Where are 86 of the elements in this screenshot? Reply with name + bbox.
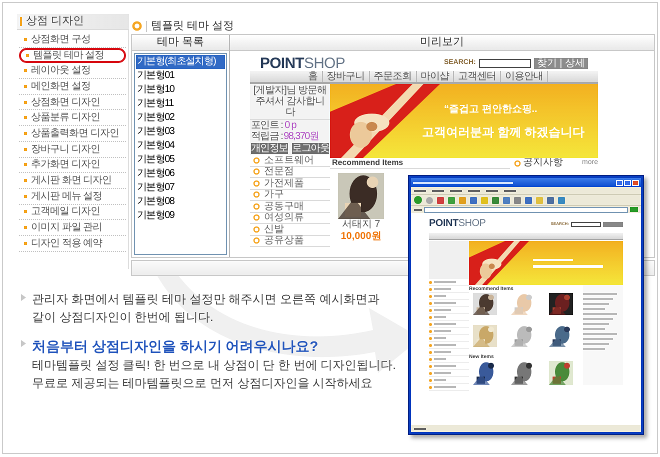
category-item[interactable]: 가전제품 — [250, 178, 330, 190]
sidebar-item[interactable]: 이미지 파일 관리 — [19, 220, 126, 236]
nav-link[interactable]: 주문조회 — [370, 71, 416, 82]
sidebar-item[interactable]: 상점화면 구성 — [19, 32, 126, 48]
points-label: 포인트 : — [251, 120, 283, 131]
login-box — [429, 241, 469, 279]
column-header: 테마 목록 — [132, 35, 229, 51]
banner-text: “즐겁고 편안한쇼핑.. — [444, 102, 538, 116]
theme-option[interactable]: 기본형04 — [136, 139, 225, 153]
theme-option[interactable]: 기본형07 — [136, 181, 225, 195]
sidebar-item[interactable]: 장바구니 디자인 — [19, 142, 126, 158]
maximize-icon[interactable] — [624, 180, 631, 186]
category-item[interactable]: 공유상품 — [250, 236, 330, 247]
product-price: 10,000원 — [340, 231, 382, 242]
theme-option[interactable]: 기본형03 — [136, 125, 225, 139]
shop-logo: POINTSHOP — [260, 56, 345, 70]
nav-link[interactable]: 장바구니 — [322, 71, 370, 82]
nav-link[interactable]: 홈 — [304, 71, 322, 82]
theme-list[interactable]: 기본형(최초설치형) 기본형01 기본형10 기본형11 기본형02 기본형03 기본형04 기본형05 기본형06 기본형07 기본형08 기본형09 — [134, 53, 227, 255]
question-heading: 처음부터 상점디자인을 하시기 어려우시나요? — [32, 337, 320, 356]
theme-option[interactable]: 기본형11 — [136, 97, 225, 111]
circle-bullet-icon — [253, 156, 260, 164]
category-item[interactable]: 소프트웨어 — [250, 155, 330, 166]
theme-option[interactable]: 기본형01 — [136, 69, 225, 83]
shop-logo: POINTSHOP — [429, 219, 486, 229]
search-field[interactable] — [478, 58, 531, 68]
search-field[interactable] — [571, 222, 601, 226]
bullet-icon — [21, 340, 26, 347]
circle-bullet-icon — [253, 191, 260, 198]
search-button[interactable] — [603, 222, 623, 226]
section-title: Recommend Items — [330, 158, 510, 169]
theme-option[interactable]: 기본형05 — [136, 153, 225, 167]
greeting-text: [게발자]님 방문해주셔서 감사합니다 — [252, 84, 328, 119]
member-button[interactable]: 로그아웃 — [292, 143, 329, 154]
sidebar-item[interactable]: 고객메일 디자인 — [19, 204, 126, 220]
sidebar-item[interactable]: 게시판 메뉴 설정 — [19, 188, 126, 205]
description-text: 테마템플릿 설정 클릭! 한 번으로 내 상점이 단 한 번에 디자인됩니다. — [32, 357, 396, 374]
category-item[interactable]: 신발 — [250, 224, 330, 236]
theme-option[interactable]: 기본형06 — [136, 167, 225, 181]
sidebar-item[interactable]: 상점화면 디자인 — [19, 94, 126, 110]
sidebar-item[interactable]: 추가화면 디자인 — [19, 158, 126, 174]
theme-option[interactable]: 기본형09 — [136, 209, 225, 223]
sidebar-item[interactable]: 디자인 적용 예약 — [19, 236, 126, 252]
theme-option[interactable]: 기본형02 — [136, 111, 225, 125]
category-item[interactable]: 공동구매 — [250, 201, 330, 212]
sidebar-item[interactable]: 메인화면 설정 — [19, 79, 126, 95]
sidebar-item[interactable]: 상품출력화면 디자인 — [19, 126, 126, 142]
theme-option[interactable]: 기본형(최초설치형) — [136, 55, 225, 69]
description-text: 무료로 제공되는 테마템플릿으로 먼저 상점디자인을 시작하세요 — [32, 375, 374, 392]
category-item[interactable]: 여성의류 — [250, 212, 330, 224]
category-item[interactable]: 전문점 — [250, 166, 330, 178]
circle-bullet-icon — [253, 180, 260, 187]
bullet-icon — [21, 294, 26, 301]
points-value: 0 p — [284, 120, 296, 131]
nav-link[interactable]: 고객센터 — [454, 71, 501, 82]
product-name[interactable]: 서태지 7 — [342, 219, 380, 231]
savings-label: 적립금 : — [251, 131, 283, 142]
category-item[interactable]: 가구 — [250, 190, 330, 201]
forward-icon[interactable] — [426, 196, 433, 204]
nav-link[interactable]: 마이샵 — [416, 71, 454, 82]
sidebar-item[interactable]: 상품분류 디자인 — [19, 110, 126, 126]
nav-link[interactable]: 이용안내 — [501, 71, 548, 82]
column-header: 미리보기 — [230, 35, 654, 51]
close-icon[interactable] — [632, 180, 639, 186]
description-text: 관리자 화면에서 템플릿 테마 설정만 해주시면 오른쪽 예시화면과 같이 상점디자인이 한번에 됩니다. — [32, 291, 380, 326]
sidebar-item[interactable]: 템플릿 테마 설정 — [19, 48, 126, 64]
page-title: 템플릿 테마 설정 — [146, 20, 234, 32]
circle-bullet-icon — [253, 237, 260, 244]
theme-option[interactable]: 기본형10 — [136, 83, 225, 97]
member-button[interactable]: 개인정보 — [251, 143, 288, 154]
sidebar-item[interactable]: 레이아웃 설정 — [19, 63, 126, 80]
sidebar-item[interactable]: 게시판 화면 디자인 — [19, 173, 126, 189]
circle-bullet-icon — [253, 202, 260, 210]
minimize-icon[interactable] — [616, 180, 623, 186]
savings-value: 98,370원 — [284, 131, 319, 142]
gift-drawing — [469, 241, 529, 285]
sidebar-header: 상점 디자인 — [17, 14, 129, 30]
circle-bullet-icon — [253, 168, 260, 176]
circle-bullet-icon — [253, 214, 260, 222]
circle-bullet-icon — [253, 226, 260, 233]
back-icon[interactable] — [414, 196, 422, 204]
circle-bullet-icon — [514, 160, 521, 166]
circle-bullet-icon — [132, 21, 142, 31]
banner-text: 고객여러분과 함께 하겠습니다 — [422, 124, 585, 140]
theme-option[interactable]: 기본형08 — [136, 195, 225, 209]
notice-title: 공지사항 — [523, 158, 563, 168]
